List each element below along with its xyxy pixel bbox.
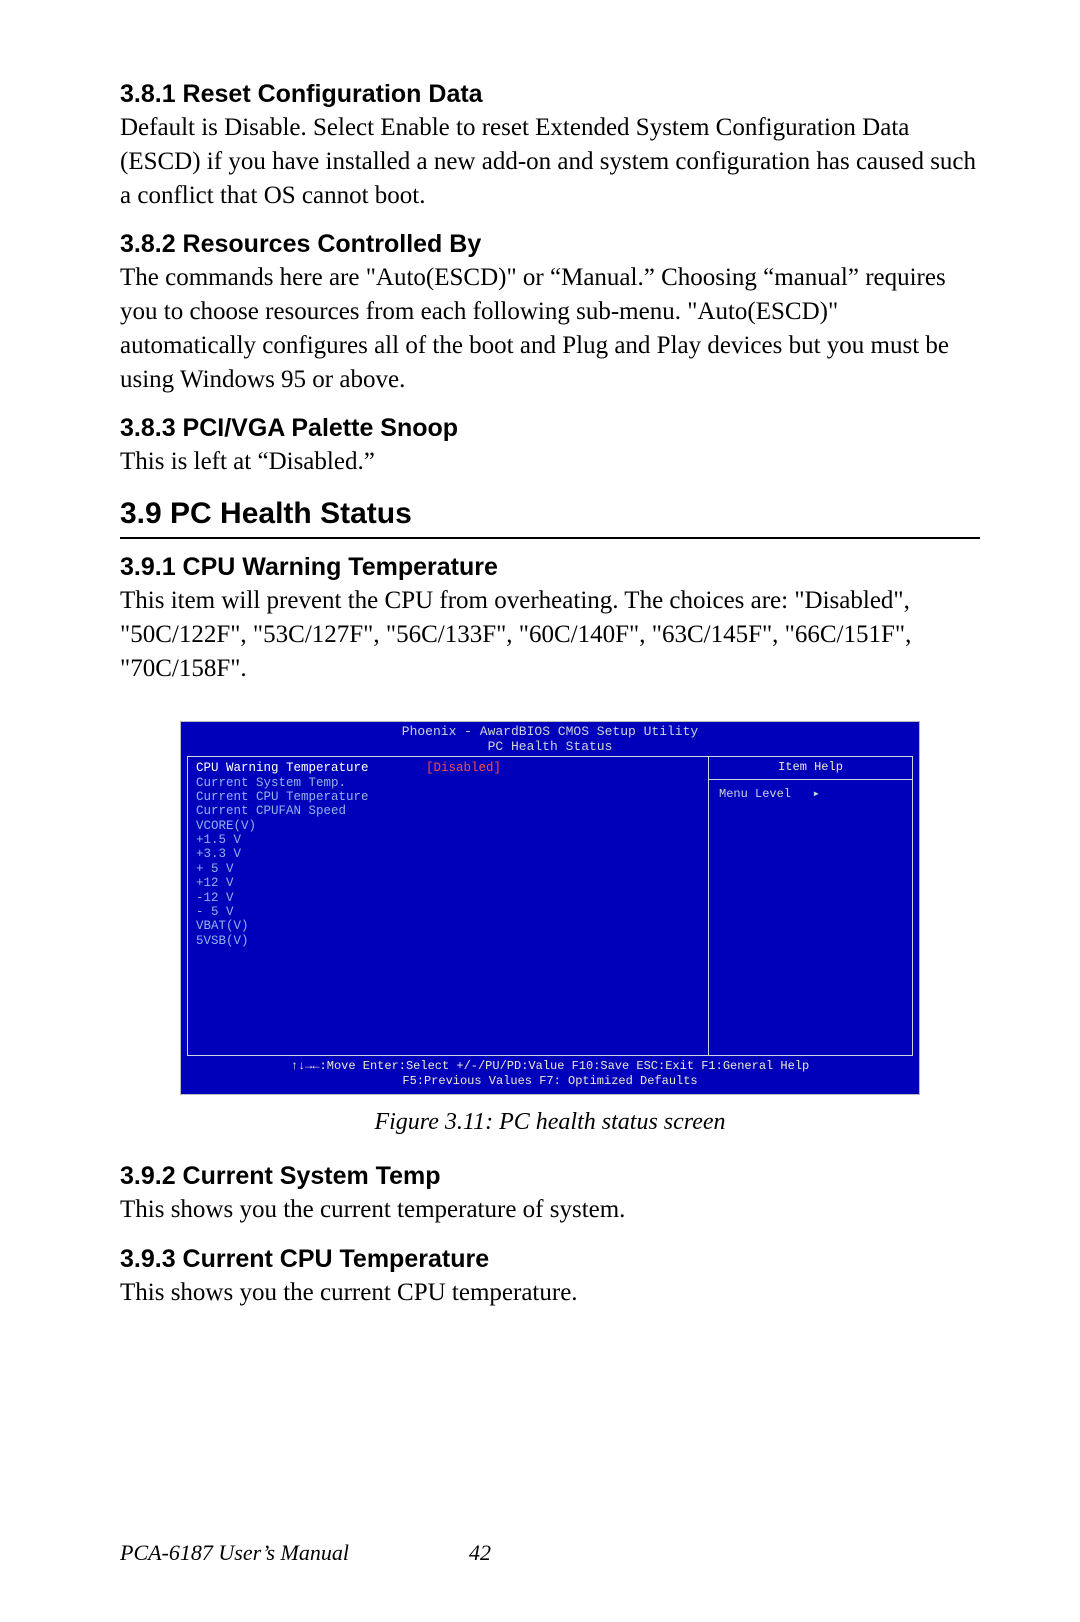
bios-setting-label: -12 V — [196, 891, 426, 905]
bios-title-line2: PC Health Status — [488, 739, 613, 754]
page-footer: PCA-6187 User’s Manual 42 — [120, 1540, 980, 1566]
heading-3-8-2: 3.8.2 Resources Controlled By — [120, 230, 980, 259]
section-3-8-2: 3.8.2 Resources Controlled By The comman… — [120, 230, 980, 396]
bios-setting-row: 5VSB(V) — [196, 934, 700, 948]
bios-setting-row: CPU Warning Temperature[Disabled] — [196, 761, 700, 775]
heading-3-9-3: 3.9.3 Current CPU Temperature — [120, 1245, 980, 1274]
body-3-8-2: The commands here are "Auto(ESCD)" or “M… — [120, 261, 980, 396]
body-3-9-3: This shows you the current CPU temperatu… — [120, 1276, 980, 1310]
bios-setting-row: +1.5 V — [196, 833, 700, 847]
bios-setting-label: + 5 V — [196, 862, 426, 876]
bios-setting-row: +3.3 V — [196, 847, 700, 861]
body-3-9-1: This item will prevent the CPU from over… — [120, 584, 980, 685]
section-3-8-1: 3.8.1 Reset Configuration Data Default i… — [120, 80, 980, 212]
section-3-8-3: 3.8.3 PCI/VGA Palette Snoop This is left… — [120, 414, 980, 479]
bios-setting-label: 5VSB(V) — [196, 934, 426, 948]
section-3-9-3: 3.9.3 Current CPU Temperature This shows… — [120, 1245, 980, 1310]
bios-setting-row: VBAT(V) — [196, 919, 700, 933]
bios-setting-row: Current CPU Temperature — [196, 790, 700, 804]
bios-setting-label: Current System Temp. — [196, 776, 426, 790]
bios-setting-row: +12 V — [196, 876, 700, 890]
bios-right-panel: Item Help Menu Level ▸ — [708, 756, 913, 1056]
heading-3-9-1: 3.9.1 CPU Warning Temperature — [120, 553, 980, 582]
footer-page-number: 42 — [469, 1540, 491, 1566]
bios-footer: ↑↓→←:Move Enter:Select +/-/PU/PD:Value F… — [181, 1056, 919, 1094]
bios-setting-label: Current CPU Temperature — [196, 790, 426, 804]
bios-menu-level-label: Menu Level — [719, 787, 791, 801]
bios-menu-level: Menu Level ▸ — [709, 780, 912, 810]
footer-manual-name: PCA-6187 User’s Manual — [120, 1540, 349, 1566]
bios-setting-row: - 5 V — [196, 905, 700, 919]
heading-3-8-3: 3.8.3 PCI/VGA Palette Snoop — [120, 414, 980, 443]
body-3-9-2: This shows you the current temperature o… — [120, 1193, 980, 1227]
bios-title: Phoenix - AwardBIOS CMOS Setup Utility P… — [181, 722, 919, 756]
bios-setting-row: Current CPUFAN Speed — [196, 804, 700, 818]
bios-setting-row: Current System Temp. — [196, 776, 700, 790]
body-3-8-3: This is left at “Disabled.” — [120, 445, 980, 479]
figure-caption: Figure 3.11: PC health status screen — [120, 1109, 980, 1136]
heading-3-9-2: 3.9.2 Current System Temp — [120, 1162, 980, 1191]
heading-3-8-1: 3.8.1 Reset Configuration Data — [120, 80, 980, 109]
bios-setting-label: VCORE(V) — [196, 819, 426, 833]
bios-left-panel: CPU Warning Temperature[Disabled]Current… — [187, 756, 708, 1056]
bios-setting-row: VCORE(V) — [196, 819, 700, 833]
section-divider — [120, 537, 980, 539]
bios-setting-label: CPU Warning Temperature — [196, 761, 426, 775]
section-3-9-1: 3.9.1 CPU Warning Temperature This item … — [120, 553, 980, 685]
bios-setting-row: + 5 V — [196, 862, 700, 876]
bios-footer-line1: ↑↓→←:Move Enter:Select +/-/PU/PD:Value F… — [291, 1059, 809, 1073]
bios-setting-label: +12 V — [196, 876, 426, 890]
bios-setting-label: VBAT(V) — [196, 919, 426, 933]
bios-title-line1: Phoenix - AwardBIOS CMOS Setup Utility — [402, 724, 698, 739]
bios-setting-label: +1.5 V — [196, 833, 426, 847]
section-3-9-2: 3.9.2 Current System Temp This shows you… — [120, 1162, 980, 1227]
heading-3-9: 3.9 PC Health Status — [120, 497, 980, 531]
bios-item-help-header: Item Help — [709, 757, 912, 780]
body-3-8-1: Default is Disable. Select Enable to res… — [120, 111, 980, 212]
bios-setting-label: Current CPUFAN Speed — [196, 804, 426, 818]
bios-screenshot: Phoenix - AwardBIOS CMOS Setup Utility P… — [180, 721, 920, 1095]
bios-setting-label: +3.3 V — [196, 847, 426, 861]
triangle-right-icon: ▸ — [813, 787, 820, 801]
bios-setting-label: - 5 V — [196, 905, 426, 919]
bios-setting-row: -12 V — [196, 891, 700, 905]
bios-setting-value: [Disabled] — [426, 761, 501, 775]
bios-footer-line2: F5:Previous Values F7: Optimized Default… — [402, 1074, 697, 1088]
